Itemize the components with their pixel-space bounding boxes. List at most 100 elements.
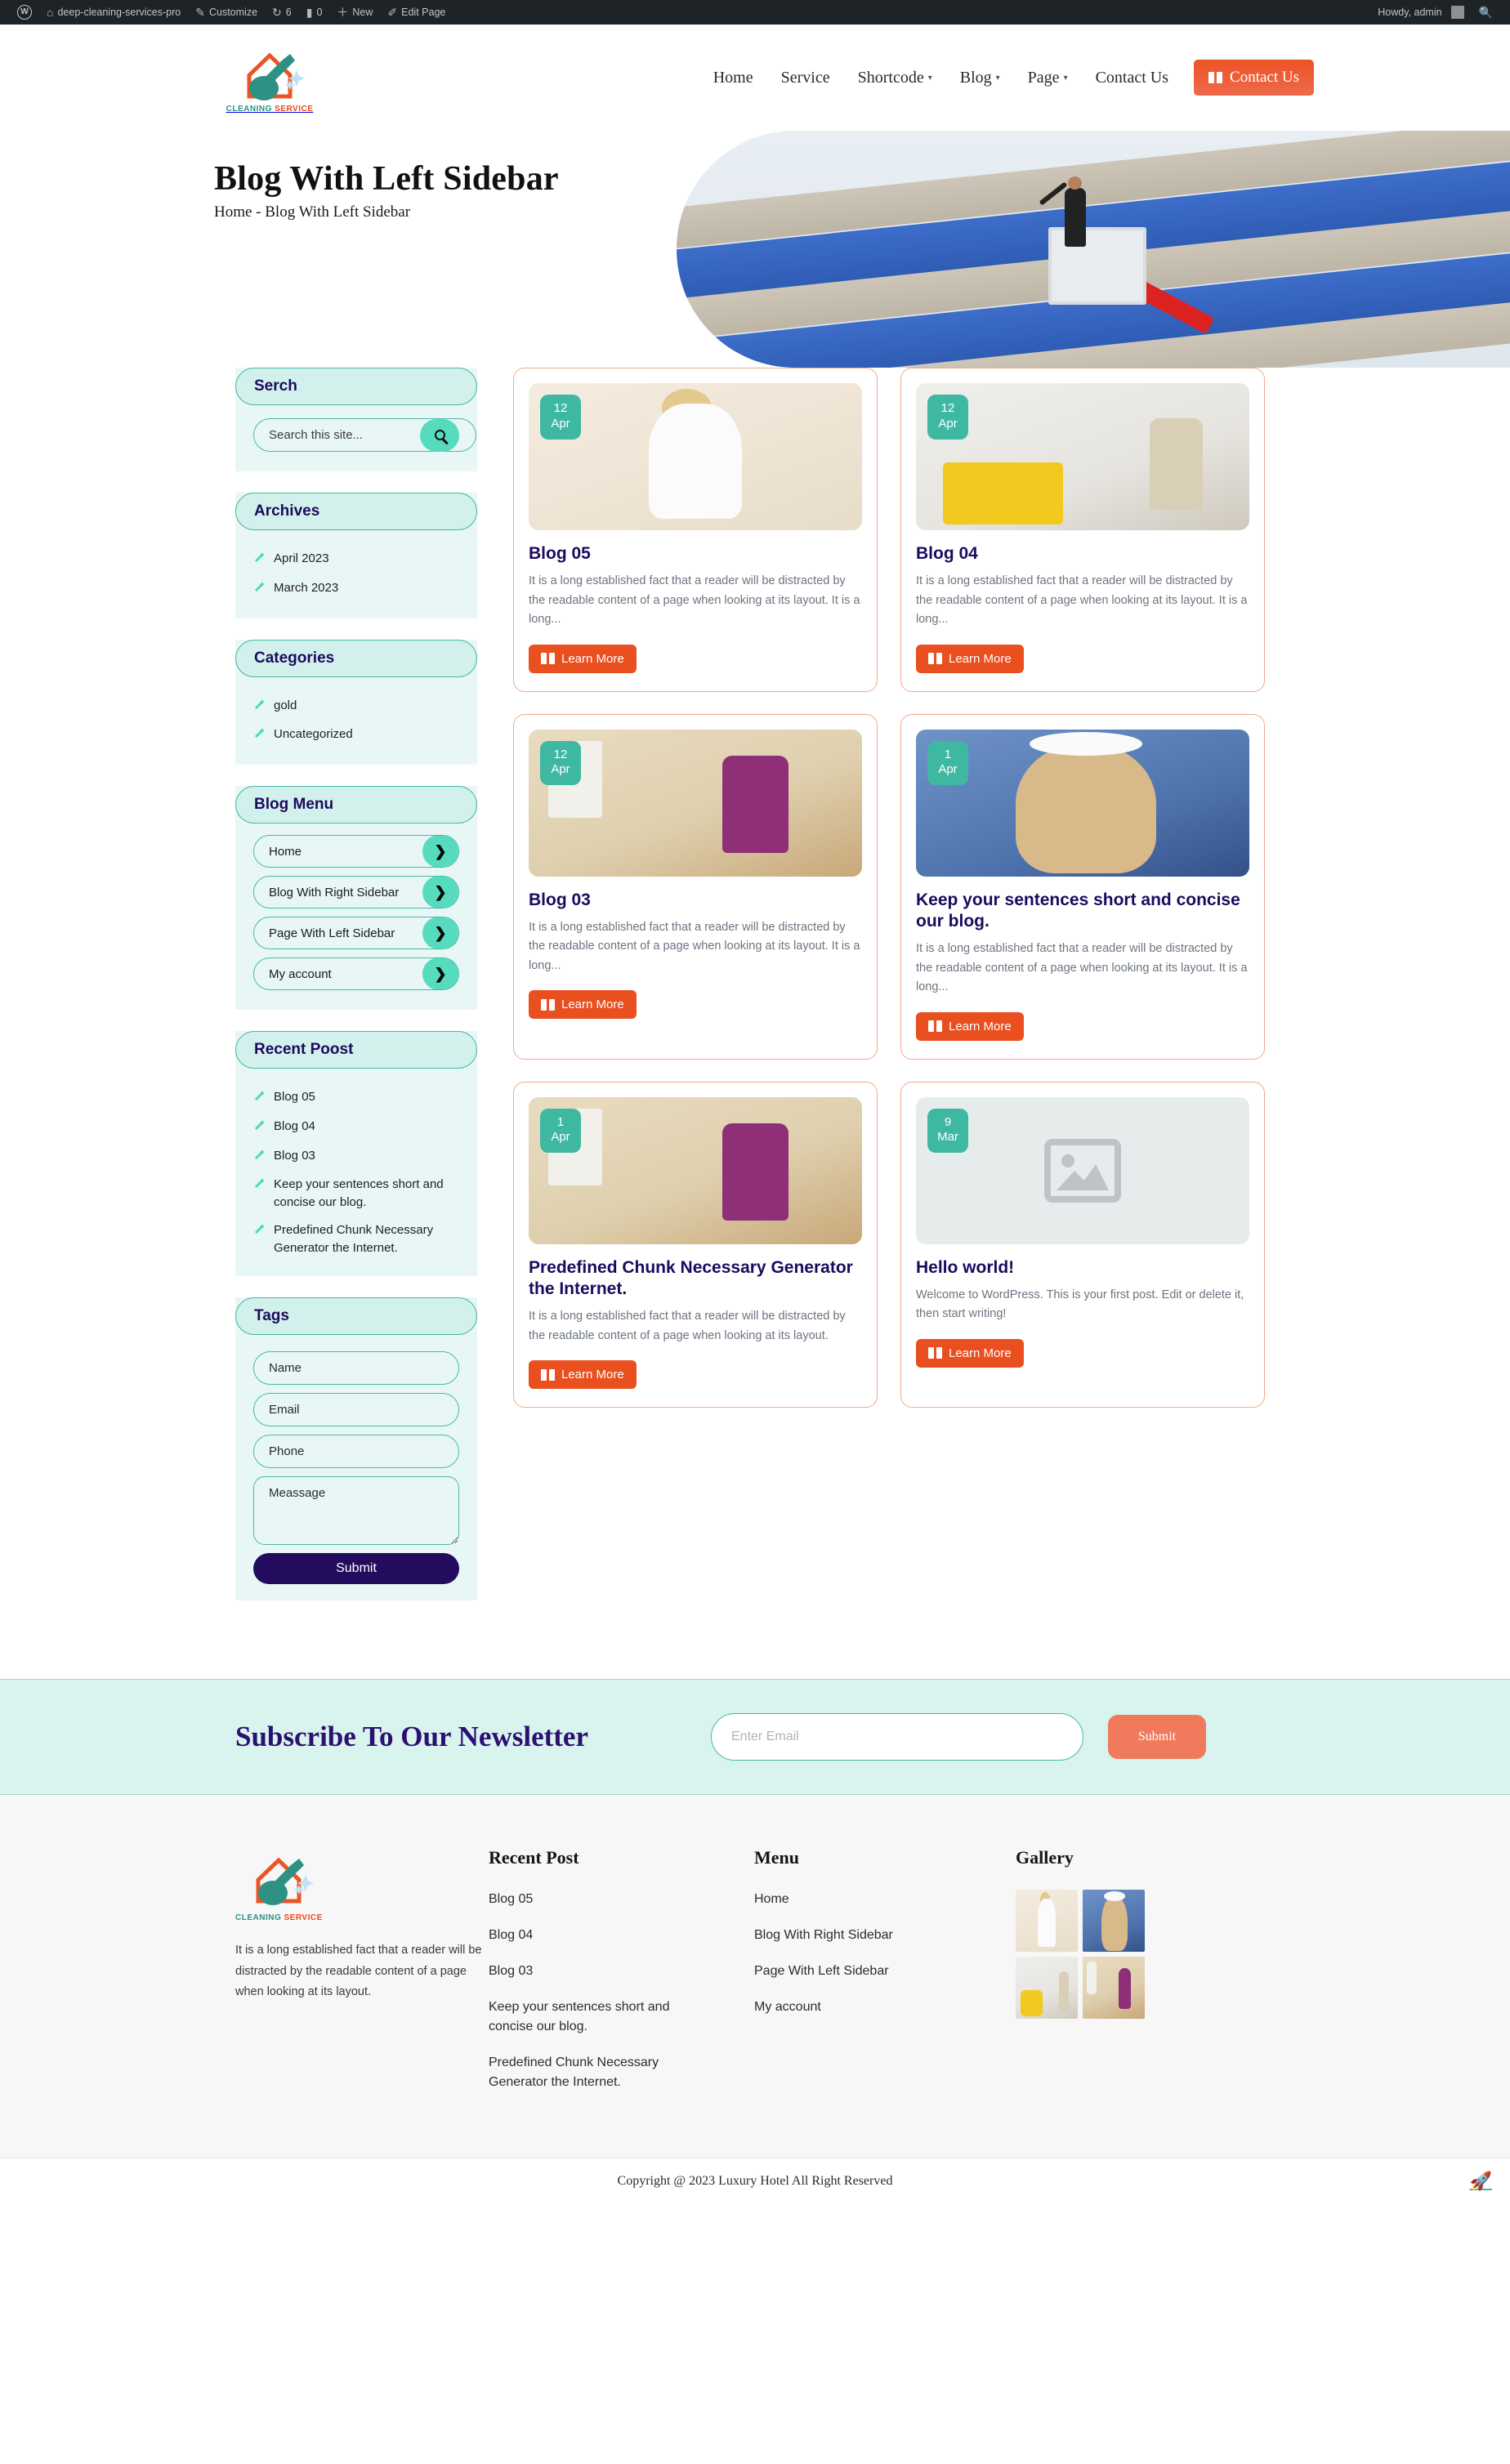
sidebar-menu-item-home[interactable]: Home ❯	[253, 835, 459, 868]
post-thumbnail[interactable]: 1 Apr	[916, 729, 1249, 877]
post-title[interactable]: Predefined Chunk Necessary Generator the…	[529, 1257, 862, 1301]
learn-more-button[interactable]: Learn More	[529, 1360, 637, 1390]
footer-recent-post-link[interactable]: Blog 05	[489, 1890, 533, 1909]
post-thumbnail[interactable]: 12 Apr	[529, 729, 862, 877]
learn-more-label: Learn More	[949, 1019, 1012, 1033]
adminbar-comments[interactable]: ▮ 0	[299, 0, 330, 25]
date-day: 1	[944, 747, 952, 761]
list-item[interactable]: Keep your sentences short and concise ou…	[489, 1998, 754, 2037]
post-card-blog-05[interactable]: 12 Apr Blog 05 It is a long established …	[513, 368, 878, 692]
gallery-thumb-2[interactable]	[1083, 1890, 1145, 1953]
adminbar-edit-page[interactable]: ✐ Edit Page	[380, 0, 453, 25]
wp-logo-menu[interactable]	[10, 0, 39, 25]
list-item[interactable]: Predefined Chunk Necessary Generator the…	[253, 1216, 459, 1262]
nav-item-shortcode[interactable]: Shortcode ▾	[844, 62, 946, 94]
footer-menu-link-home[interactable]: Home	[754, 1890, 789, 1909]
footer-recent-post-link[interactable]: Predefined Chunk Necessary Generator the…	[489, 2053, 689, 2092]
post-card-blog-03[interactable]: 12 Apr Blog 03 It is a long established …	[513, 713, 878, 1060]
comment-icon: ▮	[306, 6, 313, 19]
list-item[interactable]: Home	[754, 1890, 1016, 1909]
footer-menu-link-page-left-sidebar[interactable]: Page With Left Sidebar	[754, 1962, 889, 1981]
widget-title-tags: Tags	[235, 1297, 477, 1336]
sidebar-menu-item-page-left-sidebar[interactable]: Page With Left Sidebar ❯	[253, 917, 459, 949]
learn-more-button[interactable]: Learn More	[916, 1338, 1024, 1368]
list-item[interactable]: Blog 05	[489, 1890, 754, 1909]
adminbar-new[interactable]: ＋ New	[329, 0, 380, 25]
nav-item-contact-us[interactable]: Contact Us	[1082, 62, 1182, 94]
sidebar-menu-item-blog-right-sidebar[interactable]: Blog With Right Sidebar ❯	[253, 876, 459, 908]
footer-logo-line1: CLEANING	[235, 1913, 282, 1923]
list-item[interactable]: March 2023	[253, 574, 459, 604]
learn-more-button[interactable]: Learn More	[529, 644, 637, 673]
post-title[interactable]: Keep your sentences short and concise ou…	[916, 890, 1249, 933]
list-item[interactable]: Blog 05	[253, 1083, 459, 1113]
footer-menu-link-blog-right-sidebar[interactable]: Blog With Right Sidebar	[754, 1926, 893, 1945]
post-title[interactable]: Hello world!	[916, 1257, 1249, 1279]
post-card-blog-04[interactable]: 12 Apr Blog 04 It is a long established …	[900, 368, 1265, 692]
archive-label: March 2023	[274, 580, 339, 595]
chevron-down-icon: ▾	[1063, 73, 1068, 83]
footer-recent-post-link[interactable]: Blog 03	[489, 1962, 533, 1981]
list-item[interactable]: Blog With Right Sidebar	[754, 1926, 1016, 1945]
list-item[interactable]: Blog 04	[489, 1926, 754, 1945]
sidebar-menu-item-my-account[interactable]: My account ❯	[253, 957, 459, 990]
adminbar-site-name[interactable]: ⌂ deep-cleaning-services-pro	[39, 0, 188, 25]
footer-logo[interactable]: CLEANING SERVICE	[235, 1847, 323, 1922]
gallery-thumb-4[interactable]	[1083, 1957, 1145, 2020]
post-thumbnail[interactable]: 12 Apr	[529, 383, 862, 530]
rocket-icon[interactable]: 🚀	[1470, 2171, 1492, 2192]
footer-recent-post-link[interactable]: Keep your sentences short and concise ou…	[489, 1998, 689, 2037]
phone-field[interactable]	[253, 1435, 459, 1469]
post-title[interactable]: Blog 04	[916, 543, 1249, 565]
learn-more-button[interactable]: Learn More	[916, 644, 1024, 673]
post-thumbnail[interactable]: 12 Apr	[916, 383, 1249, 530]
footer-recent-post-link[interactable]: Blog 04	[489, 1926, 533, 1945]
post-title[interactable]: Blog 05	[529, 543, 862, 565]
list-item[interactable]: Page With Left Sidebar	[754, 1962, 1016, 1981]
list-item[interactable]: April 2023	[253, 545, 459, 574]
nav-item-page[interactable]: Page ▾	[1014, 62, 1082, 94]
contact-submit-button[interactable]: Submit	[253, 1553, 459, 1585]
date-day: 1	[556, 1114, 565, 1129]
gallery-thumb-1[interactable]	[1016, 1890, 1078, 1953]
list-item[interactable]: Keep your sentences short and concise ou…	[253, 1171, 459, 1216]
nav-item-blog[interactable]: Blog ▾	[946, 62, 1014, 94]
post-card-hello-world[interactable]: 9 Mar Hello world! Welcome to WordPress.…	[900, 1081, 1265, 1408]
site-logo[interactable]: CLEANING SERVICE	[208, 42, 331, 114]
search-row	[253, 418, 476, 452]
list-item[interactable]: My account	[754, 1998, 1016, 2017]
post-card-predefined-chunk[interactable]: 1 Apr Predefined Chunk Necessary Generat…	[513, 1081, 878, 1408]
email-field[interactable]	[253, 1393, 459, 1427]
list-item[interactable]: Uncategorized	[253, 721, 459, 750]
post-title[interactable]: Blog 03	[529, 890, 862, 911]
post-card-keep-your-sentences[interactable]: 1 Apr Keep your sentences short and conc…	[900, 713, 1265, 1060]
contact-us-button[interactable]: Contact Us	[1194, 60, 1314, 96]
adminbar-search[interactable]: 🔍	[1472, 0, 1500, 25]
nav-item-home[interactable]: Home	[699, 62, 767, 94]
nav-label: Blog	[959, 68, 992, 87]
name-field[interactable]	[253, 1351, 459, 1386]
search-submit-button[interactable]	[420, 418, 459, 452]
footer-recent-post-list: Blog 05 Blog 04 Blog 03 Keep your senten…	[489, 1890, 754, 2092]
list-item[interactable]: Blog 03	[253, 1142, 459, 1172]
list-item[interactable]: Blog 04	[253, 1113, 459, 1142]
nav-item-service[interactable]: Service	[767, 62, 844, 94]
adminbar-edit-label: Edit Page	[401, 7, 446, 18]
gallery-thumb-3[interactable]	[1016, 1957, 1078, 2020]
learn-more-label: Learn More	[561, 998, 624, 1012]
message-field[interactable]	[253, 1476, 459, 1546]
adminbar-updates[interactable]: ↻ 6	[265, 0, 299, 25]
footer-menu-link-my-account[interactable]: My account	[754, 1998, 821, 2017]
learn-more-button[interactable]: Learn More	[529, 990, 637, 1020]
newsletter-submit-button[interactable]: Submit	[1108, 1715, 1206, 1760]
hero-image	[677, 131, 1510, 368]
post-thumbnail[interactable]: 1 Apr	[529, 1096, 862, 1244]
list-item[interactable]: Predefined Chunk Necessary Generator the…	[489, 2053, 754, 2092]
adminbar-my-account[interactable]: Howdy, admin	[1370, 0, 1471, 25]
newsletter-email-input[interactable]	[711, 1713, 1083, 1761]
post-thumbnail-placeholder[interactable]: 9 Mar	[916, 1096, 1249, 1244]
list-item[interactable]: gold	[253, 692, 459, 721]
list-item[interactable]: Blog 03	[489, 1962, 754, 1981]
learn-more-button[interactable]: Learn More	[916, 1011, 1024, 1041]
adminbar-customize[interactable]: ✎ Customize	[188, 0, 265, 25]
